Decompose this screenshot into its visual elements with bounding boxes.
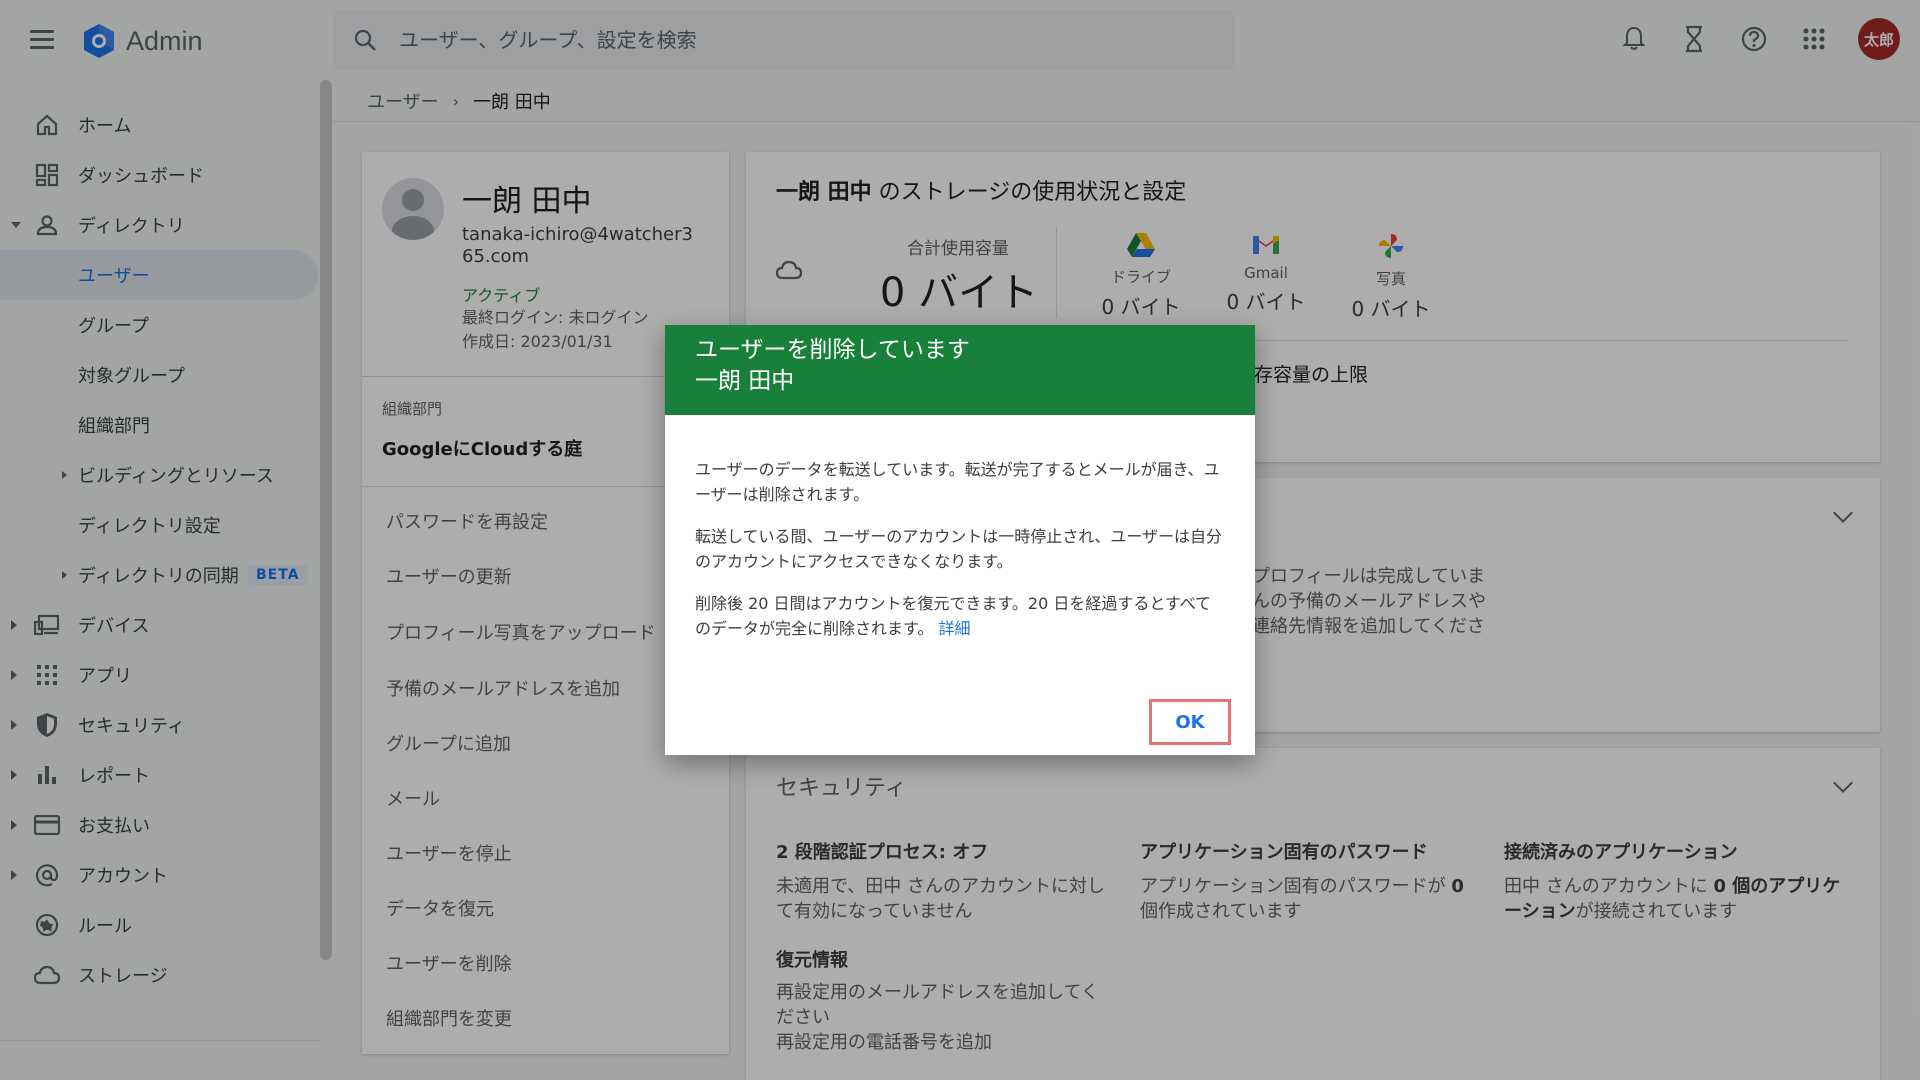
dialog-header: ユーザーを削除しています 一朗 田中	[665, 325, 1255, 415]
dialog-paragraph: 転送している間、ユーザーのアカウントは一時停止され、ユーザーは自分のアカウントに…	[695, 527, 1223, 571]
ok-button[interactable]: OK	[1149, 699, 1231, 745]
details-link[interactable]: 詳細	[939, 619, 971, 638]
dialog-body: ユーザーのデータを転送しています。転送が完了するとメールが届き、ユーザーは削除さ…	[665, 415, 1255, 641]
dialog-paragraph: ユーザーのデータを転送しています。転送が完了するとメールが届き、ユーザーは削除さ…	[695, 460, 1220, 504]
dialog-subtitle: 一朗 田中	[695, 368, 795, 394]
dialog-paragraph: 削除後 20 日間はアカウントを復元できます。20 日を経過するとすべてのデータ…	[695, 594, 1212, 638]
dialog-title: ユーザーを削除しています	[695, 337, 970, 363]
delete-user-dialog: ユーザーを削除しています 一朗 田中 ユーザーのデータを転送しています。転送が完…	[665, 325, 1255, 755]
